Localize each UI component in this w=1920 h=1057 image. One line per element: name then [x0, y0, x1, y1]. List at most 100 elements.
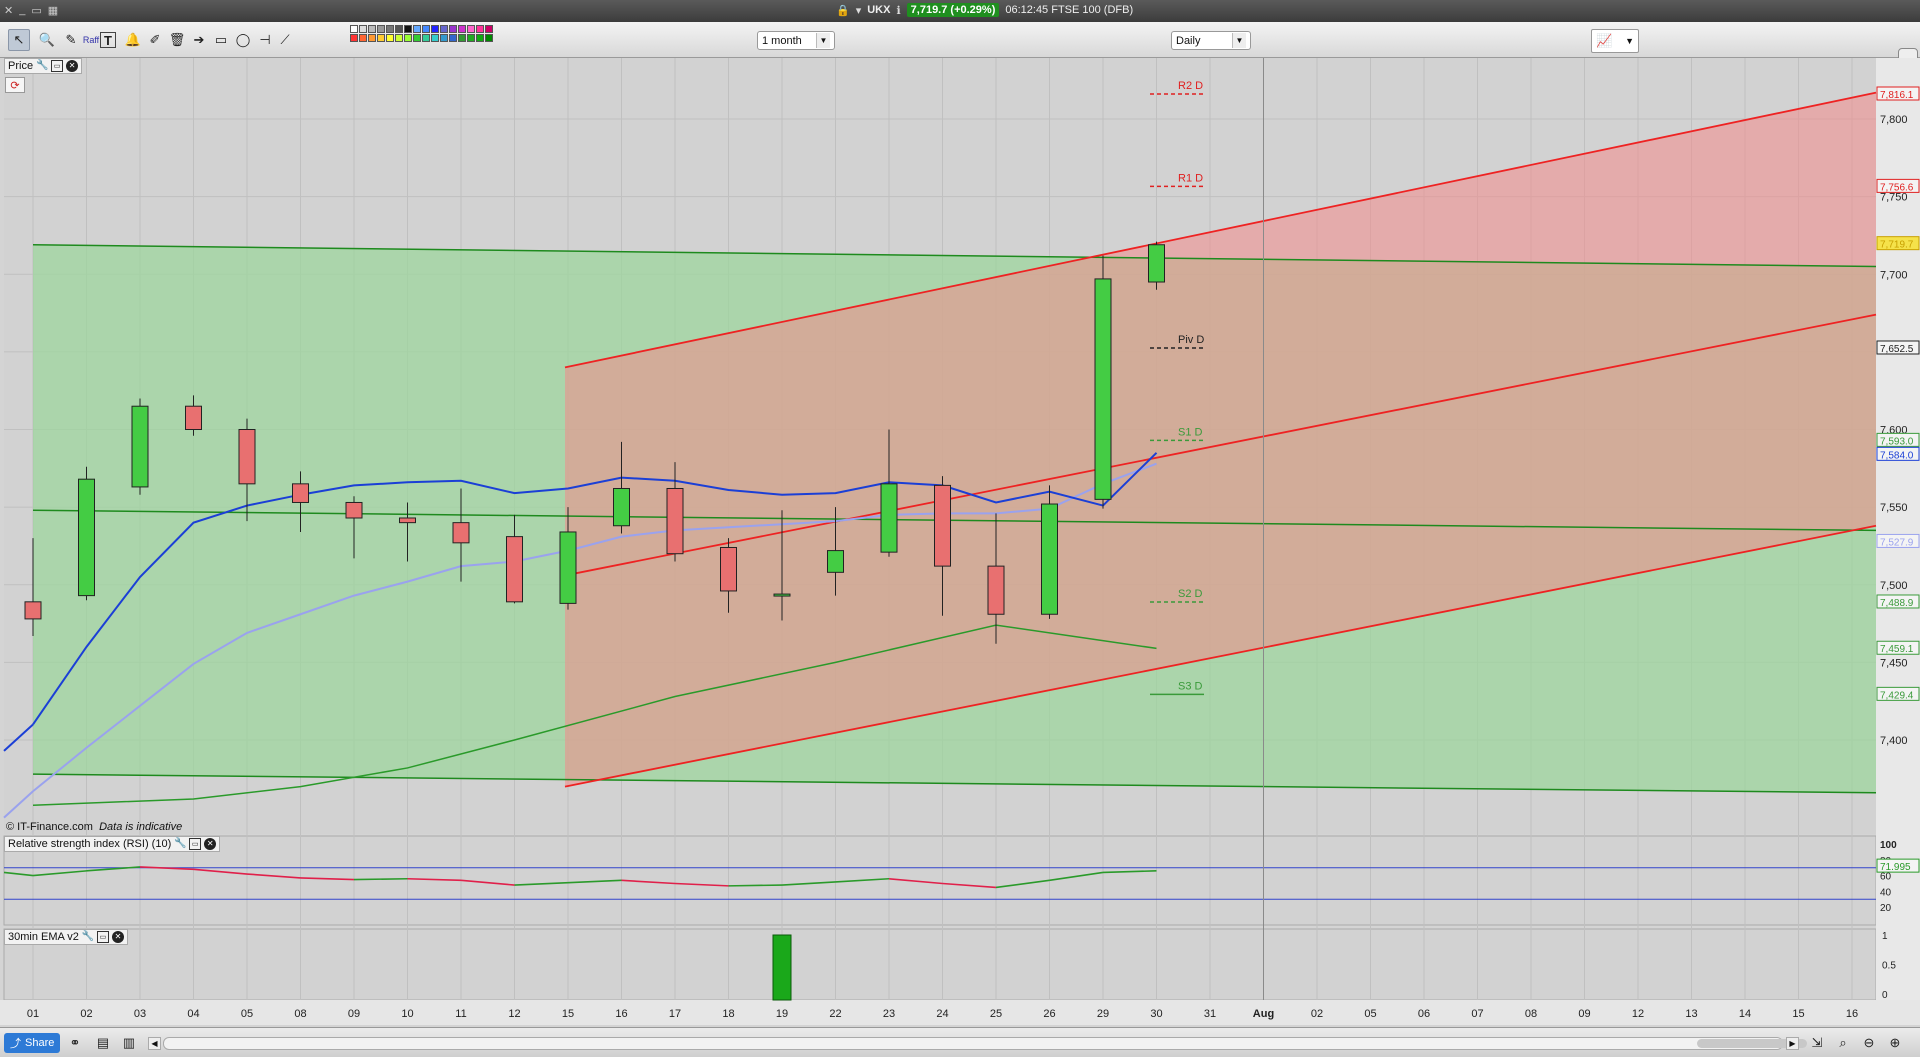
price-tick-label: 7,500	[1880, 580, 1908, 592]
period-select[interactable]: 1 month ▼	[757, 31, 835, 50]
swatch[interactable]	[413, 34, 421, 42]
minimize-window-icon[interactable]: _	[19, 4, 25, 17]
swatch[interactable]	[449, 25, 457, 33]
text-tool-icon[interactable]: T	[100, 32, 116, 48]
swatch[interactable]	[467, 25, 475, 33]
swatch[interactable]	[476, 25, 484, 33]
table-icon[interactable]: ▤	[94, 1034, 112, 1052]
scroll-left-icon[interactable]: ◀	[148, 1037, 161, 1050]
close-window-icon[interactable]: ✕	[4, 4, 13, 17]
swatch[interactable]	[485, 34, 493, 42]
interval-select[interactable]: Daily ▼	[1171, 31, 1251, 50]
swatch[interactable]	[377, 34, 385, 42]
time-tick-label: 23	[883, 1008, 895, 1020]
swatch[interactable]	[458, 25, 466, 33]
wrench-icon[interactable]: 🔧	[174, 838, 186, 850]
swatch[interactable]	[422, 34, 430, 42]
price-marker: 7,488.9	[1876, 594, 1920, 609]
swatch[interactable]	[413, 25, 421, 33]
ema-tick-label: 0.5	[1882, 961, 1896, 972]
zoom-reset-icon[interactable]: ⌕	[1834, 1034, 1852, 1052]
swatch[interactable]	[449, 34, 457, 42]
info-icon[interactable]: ℹ	[896, 4, 900, 17]
candle-body	[131, 405, 149, 488]
zoom-out-icon[interactable]: ⊖	[1860, 1034, 1878, 1052]
swatch[interactable]	[350, 34, 358, 42]
rectangle-tool-icon[interactable]: ▭	[210, 29, 232, 51]
close-panel-icon[interactable]: ✕	[66, 60, 79, 72]
maximize-panel-icon[interactable]: ▭	[96, 931, 109, 943]
price-marker-text: 7,756.6	[1880, 182, 1914, 193]
arrow-tool-icon[interactable]: ➔	[188, 29, 210, 51]
layout-icon[interactable]: ▥	[120, 1034, 138, 1052]
ellipse-tool-icon[interactable]: ◯	[232, 29, 254, 51]
swatch[interactable]	[386, 25, 394, 33]
keyboard-icon[interactable]: ▦	[48, 4, 58, 17]
link-icon[interactable]: ⚭	[66, 1034, 84, 1052]
trash-icon[interactable]: 🗑	[166, 29, 188, 51]
time-tick-label: 07	[1471, 1008, 1483, 1020]
swatch[interactable]	[476, 34, 484, 42]
swatch[interactable]	[368, 34, 376, 42]
bottom-bar: ⤴ Share ⚭ ▤ ▥ ◀ ▶ ⇲ ⌕ ⊖ ⊕	[0, 1027, 1920, 1057]
swatch[interactable]	[467, 34, 475, 42]
price-marker: 7,719.7	[1876, 236, 1920, 251]
zoom-in-icon[interactable]: ⊕	[1886, 1034, 1904, 1052]
close-panel-icon[interactable]: ✕	[204, 838, 217, 850]
candle-body	[559, 531, 577, 604]
swatch[interactable]	[386, 34, 394, 42]
candle-body	[880, 483, 898, 553]
swatch[interactable]	[440, 34, 448, 42]
raff-label: Raff	[82, 35, 100, 45]
swatch[interactable]	[395, 25, 403, 33]
wrench-icon[interactable]: 🔧	[36, 60, 48, 72]
time-tick-label: 29	[1097, 1008, 1109, 1020]
chart-edit-tool-icon[interactable]: ✎	[60, 29, 82, 51]
share-button[interactable]: ⤴ Share	[4, 1033, 61, 1053]
swatch[interactable]	[404, 25, 412, 33]
time-scrollbar[interactable]	[163, 1037, 1807, 1050]
bell-alert-icon[interactable]: 🔔	[122, 29, 144, 51]
trendline-tool-icon[interactable]: ⟋	[274, 29, 296, 51]
swatch[interactable]	[422, 25, 430, 33]
swatch[interactable]	[440, 25, 448, 33]
swatch[interactable]	[395, 34, 403, 42]
swatch[interactable]	[350, 25, 358, 33]
close-panel-icon[interactable]: ✕	[111, 931, 124, 943]
refresh-icon[interactable]: ⟳	[5, 77, 25, 93]
swatch[interactable]	[458, 34, 466, 42]
brush-tool-icon[interactable]: ✐	[144, 29, 166, 51]
time-tick-label: Aug	[1253, 1008, 1274, 1020]
price-marker-text: 7,429.4	[1880, 690, 1914, 701]
swatch[interactable]	[377, 25, 385, 33]
swatch[interactable]	[359, 34, 367, 42]
price-marker-text: 7,584.0	[1880, 450, 1914, 461]
zoom-tool-icon[interactable]: 🔍	[36, 29, 58, 51]
chart-type-button[interactable]: 📈 ▼	[1591, 29, 1639, 53]
candle-body	[24, 601, 42, 620]
scroll-right-icon[interactable]: ▶	[1786, 1037, 1799, 1050]
swatch[interactable]	[368, 25, 376, 33]
pivot-label: S1 D	[1178, 426, 1203, 438]
swatch[interactable]	[431, 25, 439, 33]
swatch[interactable]	[485, 25, 493, 33]
swatch[interactable]	[359, 25, 367, 33]
swatch[interactable]	[404, 34, 412, 42]
raff-tool-icon[interactable]: Raff	[80, 29, 102, 51]
price-tick-label: 7,450	[1880, 657, 1908, 669]
ema-tick-label: 1	[1882, 931, 1888, 942]
candle-body	[1041, 503, 1058, 615]
maximize-panel-icon[interactable]: ▭	[189, 838, 202, 850]
maximize-panel-icon[interactable]: ▭	[51, 60, 64, 72]
time-tick-label: 15	[562, 1008, 574, 1020]
time-tick-label: 05	[241, 1008, 253, 1020]
rsi-line-segment	[728, 884, 783, 887]
swatch[interactable]	[431, 34, 439, 42]
pointer-tool-icon[interactable]: ↖	[8, 29, 30, 51]
horizontal-line-tool-icon[interactable]: ⊣	[254, 29, 276, 51]
chart-canvas[interactable]: R2 D R1 D Piv D S1 D S2 D S3 D 7,400 7,450 7,500…	[0, 58, 1920, 1025]
restore-window-icon[interactable]: ▭	[31, 4, 41, 17]
fit-chart-icon[interactable]: ⇲	[1808, 1034, 1826, 1052]
wrench-icon[interactable]: 🔧	[82, 931, 94, 943]
chevron-down-icon[interactable]: ▾	[856, 4, 862, 17]
